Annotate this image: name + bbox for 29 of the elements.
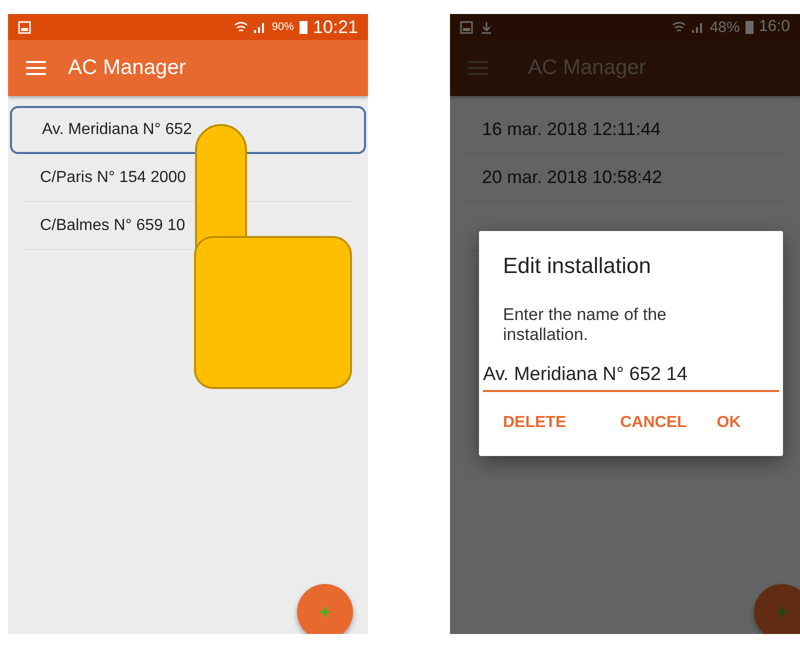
plus-icon bbox=[776, 606, 788, 618]
dialog-button[interactable]: CANCEL bbox=[620, 410, 687, 436]
wifi-icon bbox=[234, 20, 248, 34]
clock: 10:21 bbox=[312, 16, 358, 38]
download-icon bbox=[481, 20, 492, 34]
dialog-message: Enter the name of the installation. bbox=[502, 304, 668, 344]
app-title: AC Manager bbox=[68, 56, 186, 80]
add-button[interactable] bbox=[754, 584, 800, 634]
image-icon bbox=[18, 20, 31, 34]
list-item[interactable]: 16 mar. 2018 12:11:44 bbox=[482, 119, 661, 140]
name-input-field[interactable]: Av. Meridiana N° 652 14 bbox=[483, 360, 779, 392]
signal-icon bbox=[252, 20, 267, 34]
add-button[interactable] bbox=[297, 584, 353, 634]
signal-icon bbox=[690, 20, 705, 34]
battery-icon bbox=[744, 20, 754, 34]
dialog-title: Edit installation bbox=[502, 253, 652, 279]
item-label: Av. Meridiana N° 652 bbox=[42, 121, 192, 139]
wifi-icon bbox=[672, 20, 686, 34]
list-item[interactable]: C/Paris N° 154 2000 bbox=[40, 168, 186, 186]
image-icon bbox=[460, 20, 473, 34]
battery-percentage: 48% bbox=[710, 18, 740, 36]
battery-percentage: 90% bbox=[272, 21, 294, 33]
list-item[interactable]: C/Balmes N° 659 10 bbox=[40, 216, 186, 234]
list-item[interactable]: 20 mar. 2018 10:58:42 bbox=[482, 167, 662, 188]
battery-icon bbox=[298, 20, 308, 34]
dialog-button[interactable]: OK bbox=[716, 410, 741, 436]
clock: 16:0 bbox=[758, 18, 790, 36]
plus-icon bbox=[319, 606, 331, 618]
dialog-button[interactable]: DELETE bbox=[503, 410, 566, 436]
